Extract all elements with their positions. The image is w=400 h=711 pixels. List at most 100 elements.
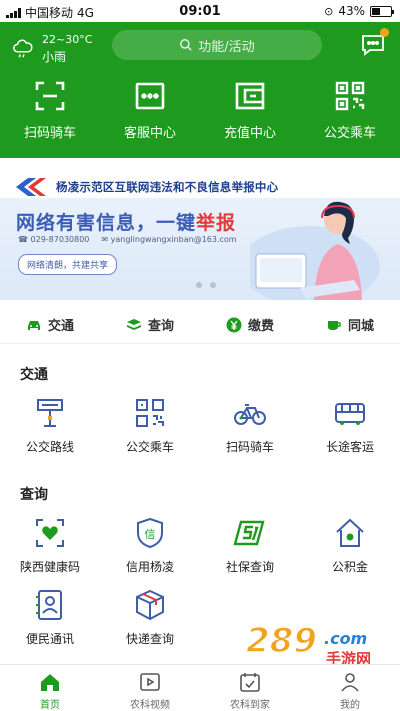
tab-traffic[interactable]: 交通 [0,306,100,343]
coach-icon [335,403,365,425]
chat-icon [135,82,165,110]
tab-label: 同城 [347,319,374,334]
nav-label: 农科视频 [130,700,170,711]
user-icon [341,673,359,692]
cup-icon [327,320,341,330]
quick-bus-ride[interactable]: 公交乘车 [300,80,400,141]
calendar-check-icon [240,673,260,692]
nav-profile[interactable]: 我的 [300,665,400,711]
health-code-icon [36,519,64,547]
tab-query[interactable]: 查询 [100,306,200,343]
quick-label: 客服中心 [123,126,176,141]
quick-label: 充值中心 [223,126,276,141]
qr-code-icon [335,81,365,111]
grid-label: 陕西健康码 [19,560,80,574]
grid-item-express[interactable]: 快递查询 [100,588,200,647]
bottom-nav: 首页 农科视频 农科到家 我的 [0,664,400,711]
house-icon [336,518,364,547]
nav-agri-home[interactable]: 农科到家 [200,665,300,711]
quick-label: 扫码骑车 [23,126,76,141]
pagination-dot [196,282,202,288]
grid-label: 长途客运 [325,440,374,454]
section-title-traffic: 交通 [20,367,48,383]
weather-widget[interactable]: 22~30°C 小雨 [12,32,92,66]
car-icon [27,320,40,330]
app-header: 22~30°C 小雨 功能/活动 扫码骑车 客服中心 充值中心 公交乘车 [0,22,400,158]
quick-customer-service[interactable]: 客服中心 [100,80,200,141]
mail-icon: ✉ [101,235,109,244]
search-placeholder: 功能/活动 [198,39,255,55]
message-button[interactable] [360,28,389,58]
nav-label: 首页 [40,700,60,711]
banner-headline: 网络有害信息，一键举报 [16,208,236,235]
grid-label: 公交路线 [25,440,74,454]
status-bar: 中国移动 4G 09:01 ⊙ 43% [0,0,400,22]
grid-label: 公积金 [331,560,368,574]
scan-icon [35,81,65,111]
grid-item-health-code[interactable]: 陕西健康码 [0,516,100,575]
bicycle-icon [234,404,266,425]
grid-label: 快递查询 [125,632,174,646]
unread-dot [380,28,389,37]
nav-agri-video[interactable]: 农科视频 [100,665,200,711]
yen-icon [226,317,242,332]
tab-local[interactable]: 同城 [300,306,400,343]
operator-illustration-icon [250,201,380,300]
orientation-lock-icon: ⊙ [324,4,334,18]
report-center-logo-icon [16,178,46,196]
grid-item-credit[interactable]: 信 信用杨凌 [100,516,200,575]
books-icon [126,318,141,330]
traffic-grid: 公交路线 公交乘车 扫码骑车 长途客运 [0,396,400,455]
grid-label: 社保查询 [225,560,274,574]
category-tabs: 交通 查询 缴费 同城 [0,306,400,344]
banner-pagination[interactable] [196,282,216,288]
grid-item-bus-route[interactable]: 公交路线 [0,396,100,455]
pagination-dot [210,282,216,288]
package-icon [136,589,164,621]
tab-label: 缴费 [247,319,274,334]
grid-item-long-distance[interactable]: 长途客运 [300,396,400,455]
banner-contact: ☎ 029-87030800 ✉ yanglingwangxinban@163.… [18,235,237,244]
search-icon [180,39,193,51]
promo-banner[interactable]: 杨凌示范区互联网违法和不良信息举报中心 网络有害信息，一键举报 ☎ 029-87… [0,158,400,300]
wallet-icon [235,82,265,110]
quick-scan-ride[interactable]: 扫码骑车 [0,80,100,141]
banner-headline-highlight: 举报 [196,212,237,234]
tab-payment[interactable]: 缴费 [200,306,300,343]
svg-text:289: 289 [246,621,317,661]
banner-email: yanglingwangxinban@163.com [110,235,237,244]
nav-label: 我的 [340,700,360,711]
section-title-query: 查询 [20,487,48,503]
qr-code-icon [136,399,164,427]
video-icon [140,673,160,691]
social-security-icon [233,520,265,546]
grid-label: 公交乘车 [125,440,174,454]
grid-item-contacts[interactable]: 便民通讯 [0,588,100,647]
grid-item-housing-fund[interactable]: 公积金 [300,516,400,575]
svg-text:.com: .com [324,629,367,648]
quick-label: 公交乘车 [323,126,376,141]
grid-item-bus-ride[interactable]: 公交乘车 [100,396,200,455]
grid-label: 扫码骑车 [225,440,274,454]
banner-header: 杨凌示范区互联网违法和不良信息举报中心 [14,176,278,198]
nav-home[interactable]: 首页 [0,665,100,711]
home-icon [41,674,59,691]
quick-actions: 扫码骑车 客服中心 充值中心 公交乘车 [0,80,400,141]
grid-item-scan-ride[interactable]: 扫码骑车 [200,396,300,455]
query-grid-row-1: 陕西健康码 信 信用杨凌 社保查询 公积金 [0,516,400,575]
shield-icon: 信 [137,517,163,549]
battery-percent: 43% [338,4,365,18]
tab-label: 交通 [47,319,74,334]
weather-desc: 小雨 [42,50,67,64]
battery-icon [370,5,394,17]
tab-label: 查询 [147,319,174,334]
search-bar[interactable]: 功能/活动 [112,30,322,60]
banner-title: 杨凌示范区互联网违法和不良信息举报中心 [56,180,279,194]
quick-recharge[interactable]: 充值中心 [200,80,300,141]
bus-stop-icon [37,399,63,427]
banner-phone: 029-87030800 [30,235,90,244]
cloud-rain-icon [13,39,33,58]
weather-temp: 22~30°C [42,33,93,46]
grid-label: 便民通讯 [25,632,74,646]
grid-item-social-security[interactable]: 社保查询 [200,516,300,575]
